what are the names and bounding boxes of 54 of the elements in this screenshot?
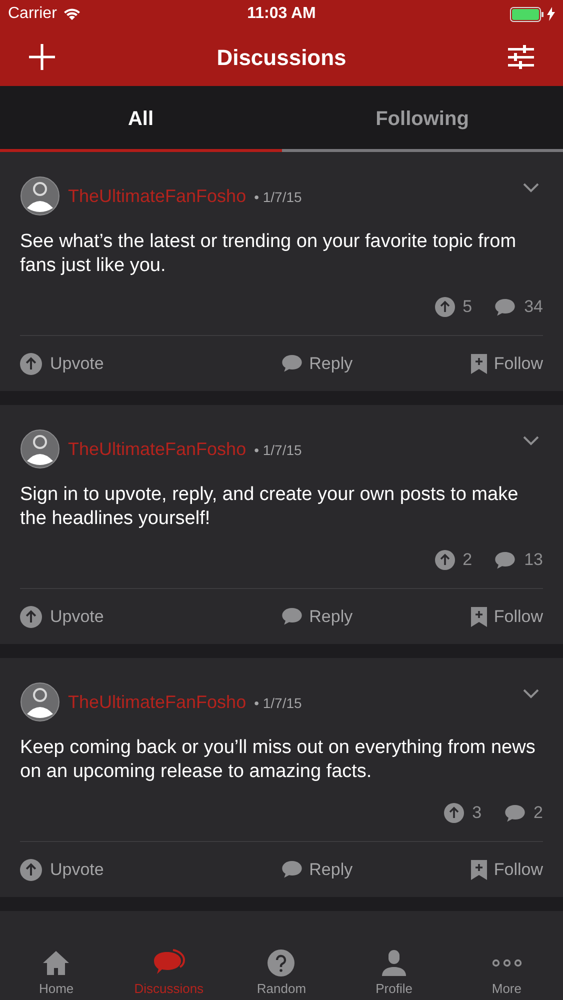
speech-bubble-icon <box>494 550 516 570</box>
post-text: See what’s the latest or trending on your favorite topic from fans just like you. <box>20 230 518 278</box>
reply-button[interactable]: Reply <box>281 604 353 630</box>
upvote-button[interactable]: Upvote <box>20 604 104 630</box>
follow-button[interactable]: Follow <box>470 350 543 376</box>
upvote-button[interactable]: Upvote <box>20 350 104 376</box>
upvote-button[interactable]: Upvote <box>20 856 104 882</box>
post-date: • 1/7/15 <box>254 441 302 460</box>
chevron-down-icon[interactable] <box>523 183 539 193</box>
person-icon <box>380 948 408 976</box>
speech-bubble-icon <box>504 804 526 822</box>
follow-button[interactable]: Follow <box>470 604 543 630</box>
battery-icon <box>510 6 544 22</box>
sliders-icon <box>508 45 534 69</box>
add-button[interactable] <box>26 41 58 73</box>
avatar-icon <box>20 429 60 469</box>
reply-count: 2 <box>534 802 543 824</box>
home-icon <box>41 948 72 976</box>
carrier-label: Carrier <box>8 4 57 24</box>
more-icon <box>490 958 523 966</box>
reply-button[interactable]: Reply <box>281 856 353 882</box>
avatar-icon <box>20 176 60 216</box>
reply-button[interactable]: Reply <box>281 350 353 376</box>
speech-bubble-icon <box>494 298 516 316</box>
speech-bubble-icon <box>281 354 304 373</box>
avatar-icon <box>20 682 60 722</box>
question-icon <box>267 948 296 976</box>
chat-bubbles-icon <box>152 948 185 976</box>
tab-bar-item[interactable]: Random <box>225 932 338 1000</box>
upvote-count: 3 <box>472 802 482 824</box>
post-date: • 1/7/15 <box>254 188 302 207</box>
bookmark-plus-icon <box>470 352 488 374</box>
plus-icon <box>28 43 56 71</box>
post-date: • 1/7/15 <box>254 694 302 713</box>
charging-icon <box>547 7 555 21</box>
tab-bar-item[interactable]: Home <box>0 932 113 1000</box>
page-title: Discussions <box>216 44 346 72</box>
bookmark-plus-icon <box>470 606 488 628</box>
reply-count: 34 <box>524 296 543 318</box>
chevron-down-icon[interactable] <box>523 436 539 446</box>
chevron-down-icon[interactable] <box>523 689 539 699</box>
follow-button[interactable]: Follow <box>470 856 543 882</box>
clock: 11:03 AM <box>247 4 316 24</box>
post-text: Keep coming back or you’ll miss out on everything from news on an upcoming release to amazing facts. <box>20 736 536 784</box>
post-text: Sign in to upvote, reply, and create your own posts to make the headlines yourself! <box>20 483 520 531</box>
tab-bar-item[interactable]: Profile <box>338 932 450 1000</box>
wifi-icon <box>62 8 81 20</box>
upvote-count: 5 <box>462 296 472 318</box>
reply-count: 13 <box>524 549 543 572</box>
upvote-count: 2 <box>462 549 472 572</box>
tab-bar-item[interactable]: More <box>450 932 563 1000</box>
bookmark-plus-icon <box>470 858 488 880</box>
speech-bubble-icon <box>281 607 304 626</box>
speech-bubble-icon <box>281 860 304 879</box>
